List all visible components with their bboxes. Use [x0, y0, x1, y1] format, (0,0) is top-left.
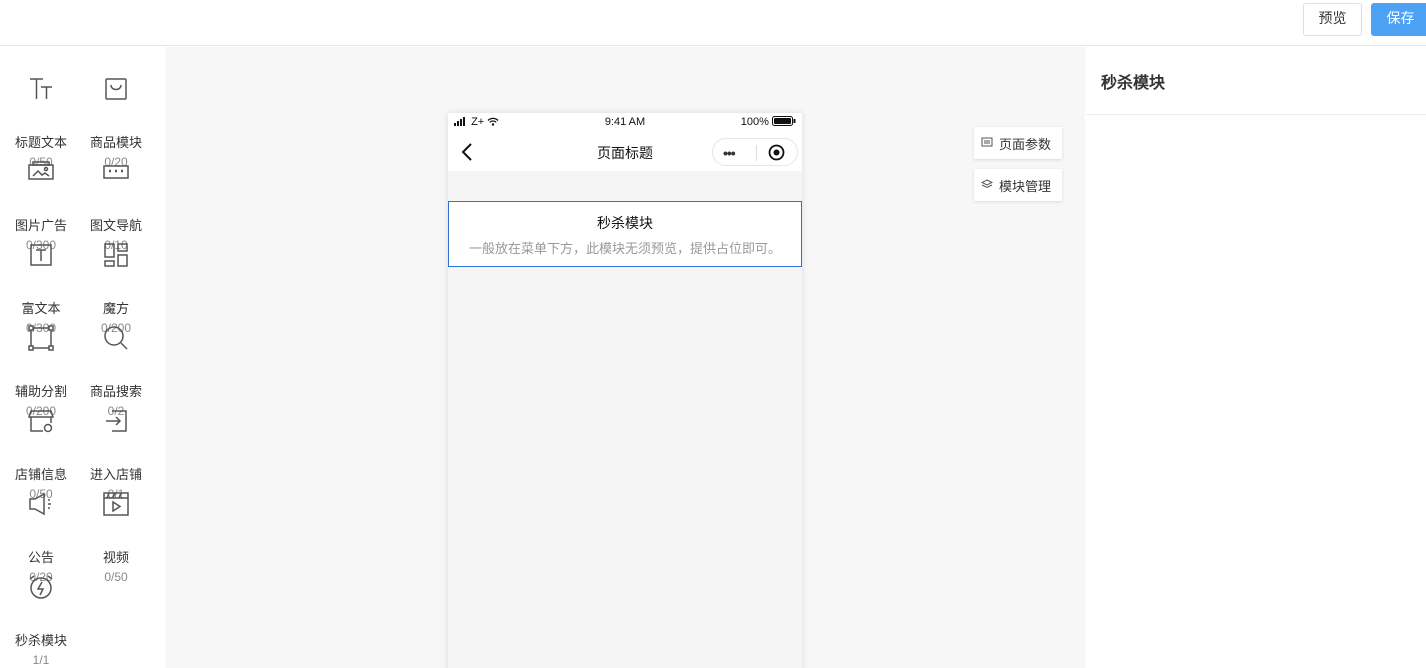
widget-goods[interactable]: 商品模块 0/20 — [78, 75, 154, 169]
widget-label: 标题文本 — [14, 136, 67, 151]
widget-label: 公告 — [27, 551, 54, 566]
widget-label: 图文导航 — [89, 219, 142, 234]
battery-icon — [772, 116, 796, 126]
divider-icon — [27, 324, 55, 352]
seckill-module-placeholder[interactable]: 秒杀模块 一般放在菜单下方，此模块无须预览，提供占位即可。 — [448, 201, 802, 267]
widget-label: 进入店铺 — [89, 468, 142, 483]
properties-panel: 秒杀模块 — [1086, 47, 1426, 668]
battery-indicator: 100% — [741, 116, 796, 128]
top-toolbar: 预览 保存 — [0, 0, 1426, 46]
status-bar: Z+ 9:41 AM 100% — [448, 113, 802, 133]
widget-rich-text[interactable]: 富文本 0/300 — [3, 241, 79, 335]
widget-label: 商品搜索 — [89, 385, 142, 400]
text-title-icon — [27, 75, 55, 103]
widget-label: 图片广告 — [14, 219, 67, 234]
seckill-title: 秒杀模块 — [597, 216, 653, 232]
widget-image-nav[interactable]: 图文导航 0/10 — [78, 158, 154, 252]
widget-label: 店铺信息 — [14, 468, 67, 483]
editor-canvas: Z+ 9:41 AM 100% 页面标题 ••• 秒杀模块 一般放在菜单下方，此… — [165, 47, 1085, 668]
image-ad-icon — [27, 158, 55, 186]
megaphone-icon — [27, 490, 55, 518]
widget-label: 秒杀模块 — [14, 634, 67, 649]
widget-goods-search[interactable]: 商品搜索 0/2 — [78, 324, 154, 418]
widget-seckill[interactable]: 秒杀模块 1/1 — [3, 573, 79, 667]
phone-nav-bar: 页面标题 ••• — [448, 133, 802, 171]
page-params-icon — [981, 136, 993, 148]
video-icon — [102, 490, 130, 518]
widget-count: 0/50 — [104, 570, 128, 584]
phone-preview: Z+ 9:41 AM 100% 页面标题 ••• 秒杀模块 一般放在菜单下方，此… — [448, 113, 802, 668]
alarm-clock-icon — [27, 573, 55, 601]
widget-label: 视频 — [102, 551, 129, 566]
more-dots-icon[interactable]: ••• — [723, 145, 736, 161]
widget-label: 魔方 — [102, 302, 129, 317]
widget-label: 富文本 — [21, 302, 61, 317]
page-params-button[interactable]: 页面参数 — [974, 127, 1062, 159]
properties-divider — [1086, 114, 1426, 115]
widget-enter-store[interactable]: 进入店铺 0/1 — [78, 407, 154, 501]
widget-divider[interactable]: 辅助分割 0/200 — [3, 324, 79, 418]
enter-store-icon — [102, 407, 130, 435]
widget-magic-cube[interactable]: 魔方 0/200 — [78, 241, 154, 335]
widget-label: 商品模块 — [89, 136, 142, 151]
close-target-icon[interactable] — [768, 144, 785, 161]
rich-text-icon — [27, 241, 55, 269]
shopping-bag-icon — [102, 75, 130, 103]
widget-count: 1/1 — [32, 653, 50, 667]
module-manage-label: 模块管理 — [999, 180, 1052, 195]
capsule-divider — [756, 145, 757, 161]
magic-cube-icon — [102, 241, 130, 269]
seckill-description: 一般放在菜单下方，此模块无须预览，提供占位即可。 — [468, 242, 781, 257]
store-info-icon — [27, 407, 55, 435]
widget-title-text[interactable]: 标题文本 0/50 — [3, 75, 79, 169]
mini-program-capsule: ••• — [712, 138, 798, 166]
image-nav-icon — [102, 158, 130, 186]
module-manage-button[interactable]: 模块管理 — [974, 169, 1062, 201]
widget-image-ad[interactable]: 图片广告 0/300 — [3, 158, 79, 252]
widget-label: 辅助分割 — [14, 385, 67, 400]
page-params-label: 页面参数 — [999, 138, 1052, 153]
widget-store-info[interactable]: 店铺信息 0/50 — [3, 407, 79, 501]
properties-title: 秒杀模块 — [1101, 73, 1166, 92]
save-button[interactable]: 保存 — [1371, 3, 1426, 36]
layers-icon — [980, 178, 994, 190]
preview-button[interactable]: 预览 — [1303, 3, 1362, 36]
search-icon — [102, 324, 130, 352]
battery-label: 100% — [740, 116, 769, 128]
component-panel: 标题文本 0/50 商品模块 0/20 图片广告 0/300 图文导航 0/10… — [0, 47, 165, 668]
widget-notice[interactable]: 公告 0/20 — [3, 490, 79, 584]
widget-video[interactable]: 视频 0/50 — [78, 490, 154, 584]
